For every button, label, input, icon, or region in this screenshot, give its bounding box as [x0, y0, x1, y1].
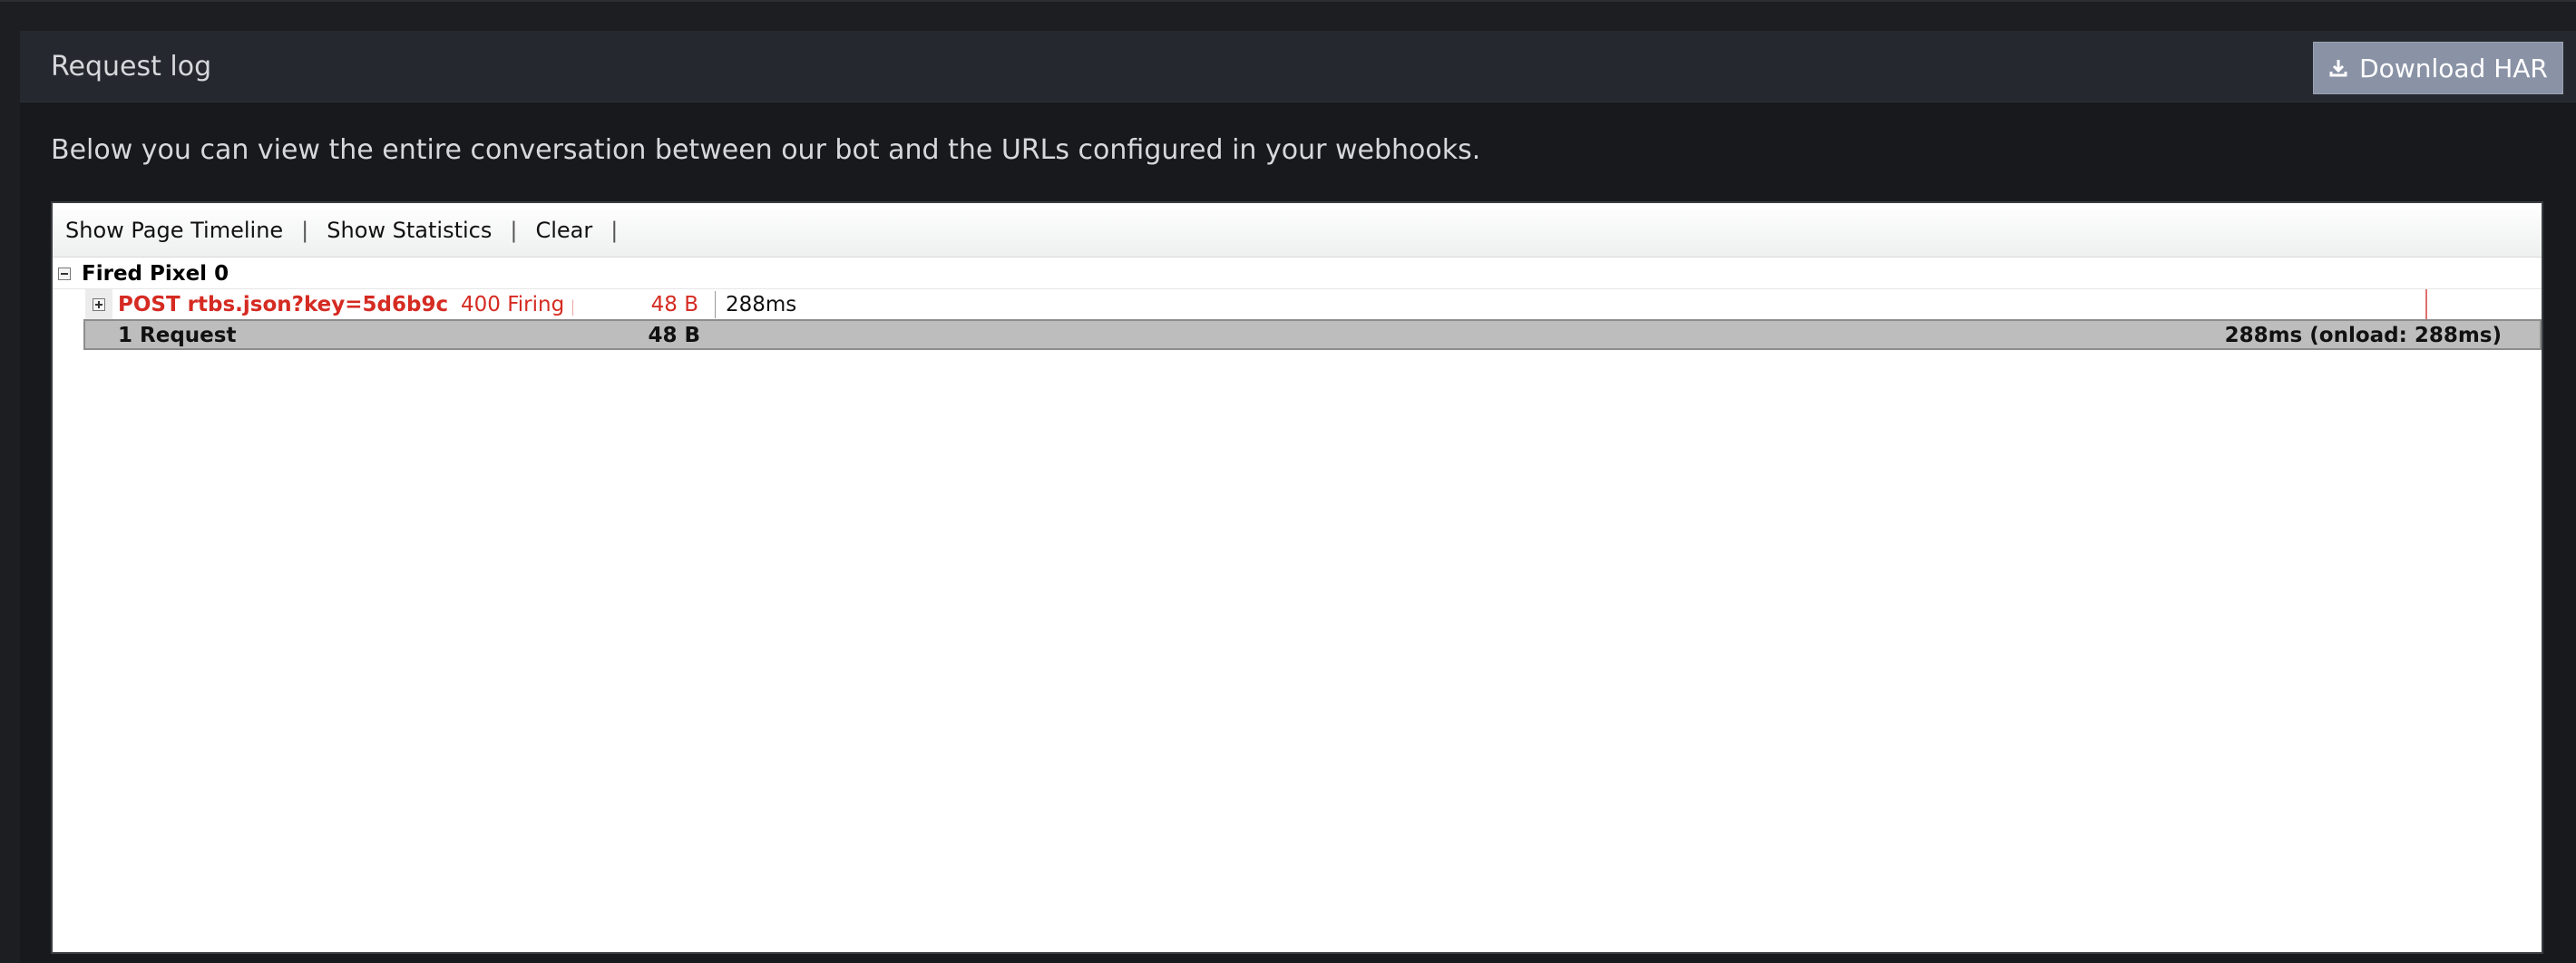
show-statistics-link[interactable]: Show Statistics	[327, 218, 492, 243]
request-size: 48 B	[650, 293, 698, 316]
har-viewer: Show Page Timeline | Show Statistics | C…	[51, 201, 2543, 954]
clear-link[interactable]: Clear	[535, 218, 592, 243]
download-har-button[interactable]: Download HAR	[2313, 42, 2563, 94]
summary-request-count: 1 Request	[118, 324, 237, 347]
request-url[interactable]: POST rtbs.json?key=5d6b9c2e-(	[118, 293, 450, 316]
request-time: 288ms	[726, 293, 797, 316]
request-status: 400 Firing p	[461, 293, 573, 316]
summary-row: 1 Request 48 B 288ms (onload: 288ms)	[83, 319, 2542, 350]
toolbar-separator: |	[510, 217, 518, 243]
page-row[interactable]: Fired Pixel 0	[53, 259, 2542, 288]
entry-toggle-cell[interactable]	[85, 289, 112, 320]
summary-size: 48 B	[648, 324, 700, 347]
panel-header: Request log Download HAR	[20, 31, 2576, 102]
har-toolbar: Show Page Timeline | Show Statistics | C…	[53, 203, 2542, 258]
onload-marker	[2425, 289, 2427, 320]
download-icon	[2328, 58, 2348, 78]
request-entry-row[interactable]: POST rtbs.json?key=5d6b9c2e-( 400 Firing…	[53, 288, 2542, 320]
request-log-panel: Request log Download HAR Below you can v…	[20, 31, 2576, 963]
download-har-label: Download HAR	[2359, 53, 2548, 83]
show-page-timeline-link[interactable]: Show Page Timeline	[65, 218, 283, 243]
summary-time: 288ms (onload: 288ms)	[2224, 324, 2502, 347]
toolbar-separator: |	[301, 217, 309, 243]
expand-icon[interactable]	[93, 298, 105, 311]
panel-title: Request log	[51, 51, 212, 83]
column-divider	[715, 291, 716, 318]
panel-description: Below you can view the entire conversati…	[51, 134, 1481, 166]
collapse-icon[interactable]	[58, 268, 71, 280]
page-title: Fired Pixel 0	[82, 262, 229, 286]
toolbar-separator: |	[610, 217, 619, 243]
entry-gutter	[53, 289, 85, 320]
app-background: Request log Download HAR Below you can v…	[0, 0, 2576, 963]
